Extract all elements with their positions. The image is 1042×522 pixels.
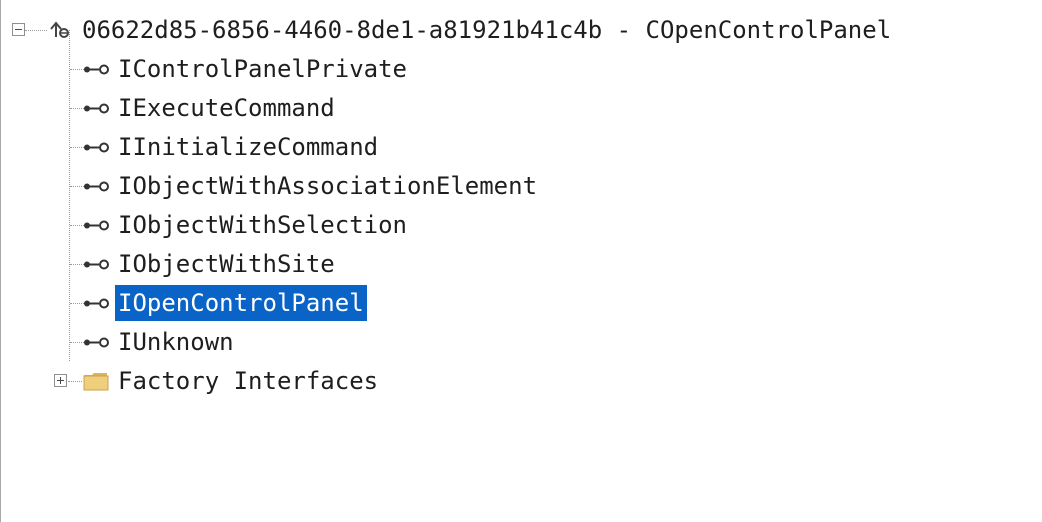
interface-icon (84, 181, 109, 192)
tree-node-interface[interactable]: IObjectWithAssociationElement (1, 167, 1031, 206)
collapse-toggle-icon[interactable] (12, 23, 25, 36)
tree-node-label-selected: IOpenControlPanel (115, 285, 367, 321)
tree-node-label: IControlPanelPrivate (118, 55, 407, 83)
tree-node-root[interactable]: 06622d85-6856-4460-8de1-a81921b41c4b - C… (1, 11, 1031, 50)
class-icon (50, 21, 69, 38)
expand-toggle-icon[interactable] (54, 374, 67, 387)
interface-icon (84, 103, 109, 114)
tree-node-interface[interactable]: IUnknown (1, 323, 1031, 362)
interface-icon (84, 64, 109, 75)
interface-icon (84, 337, 109, 348)
tree-node-label: IObjectWithSite (118, 250, 335, 278)
tree-node-label: 06622d85-6856-4460-8de1-a81921b41c4b - C… (82, 16, 892, 44)
tree-connector-line (68, 381, 82, 382)
interface-tree-view[interactable]: 06622d85-6856-4460-8de1-a81921b41c4b - C… (0, 0, 1034, 522)
tree-node-label: IObjectWithSelection (118, 211, 407, 239)
tree-node-interface-selected[interactable]: IOpenControlPanel (1, 284, 1031, 323)
tree-node-label: IObjectWithAssociationElement (118, 172, 538, 200)
tree-node-factory-interfaces[interactable]: Factory Interfaces (1, 362, 1031, 401)
tree-node-label: Factory Interfaces (118, 367, 379, 395)
tree-connector-line (25, 30, 47, 31)
tree-node-interface[interactable]: IObjectWithSelection (1, 206, 1031, 245)
folder-icon (83, 373, 109, 391)
tree-node-label: IUnknown (118, 328, 234, 356)
interface-icon (84, 259, 109, 270)
tree-node-label: IInitializeCommand (118, 133, 379, 161)
tree-node-interface[interactable]: IObjectWithSite (1, 245, 1031, 284)
interface-icon (84, 142, 109, 153)
tree-node-interface[interactable]: IExecuteCommand (1, 89, 1031, 128)
tree-node-interface[interactable]: IInitializeCommand (1, 128, 1031, 167)
interface-icon (84, 298, 109, 309)
interface-icon (84, 220, 109, 231)
tree-node-interface[interactable]: IControlPanelPrivate (1, 50, 1031, 89)
tree-node-label: IExecuteCommand (118, 94, 335, 122)
